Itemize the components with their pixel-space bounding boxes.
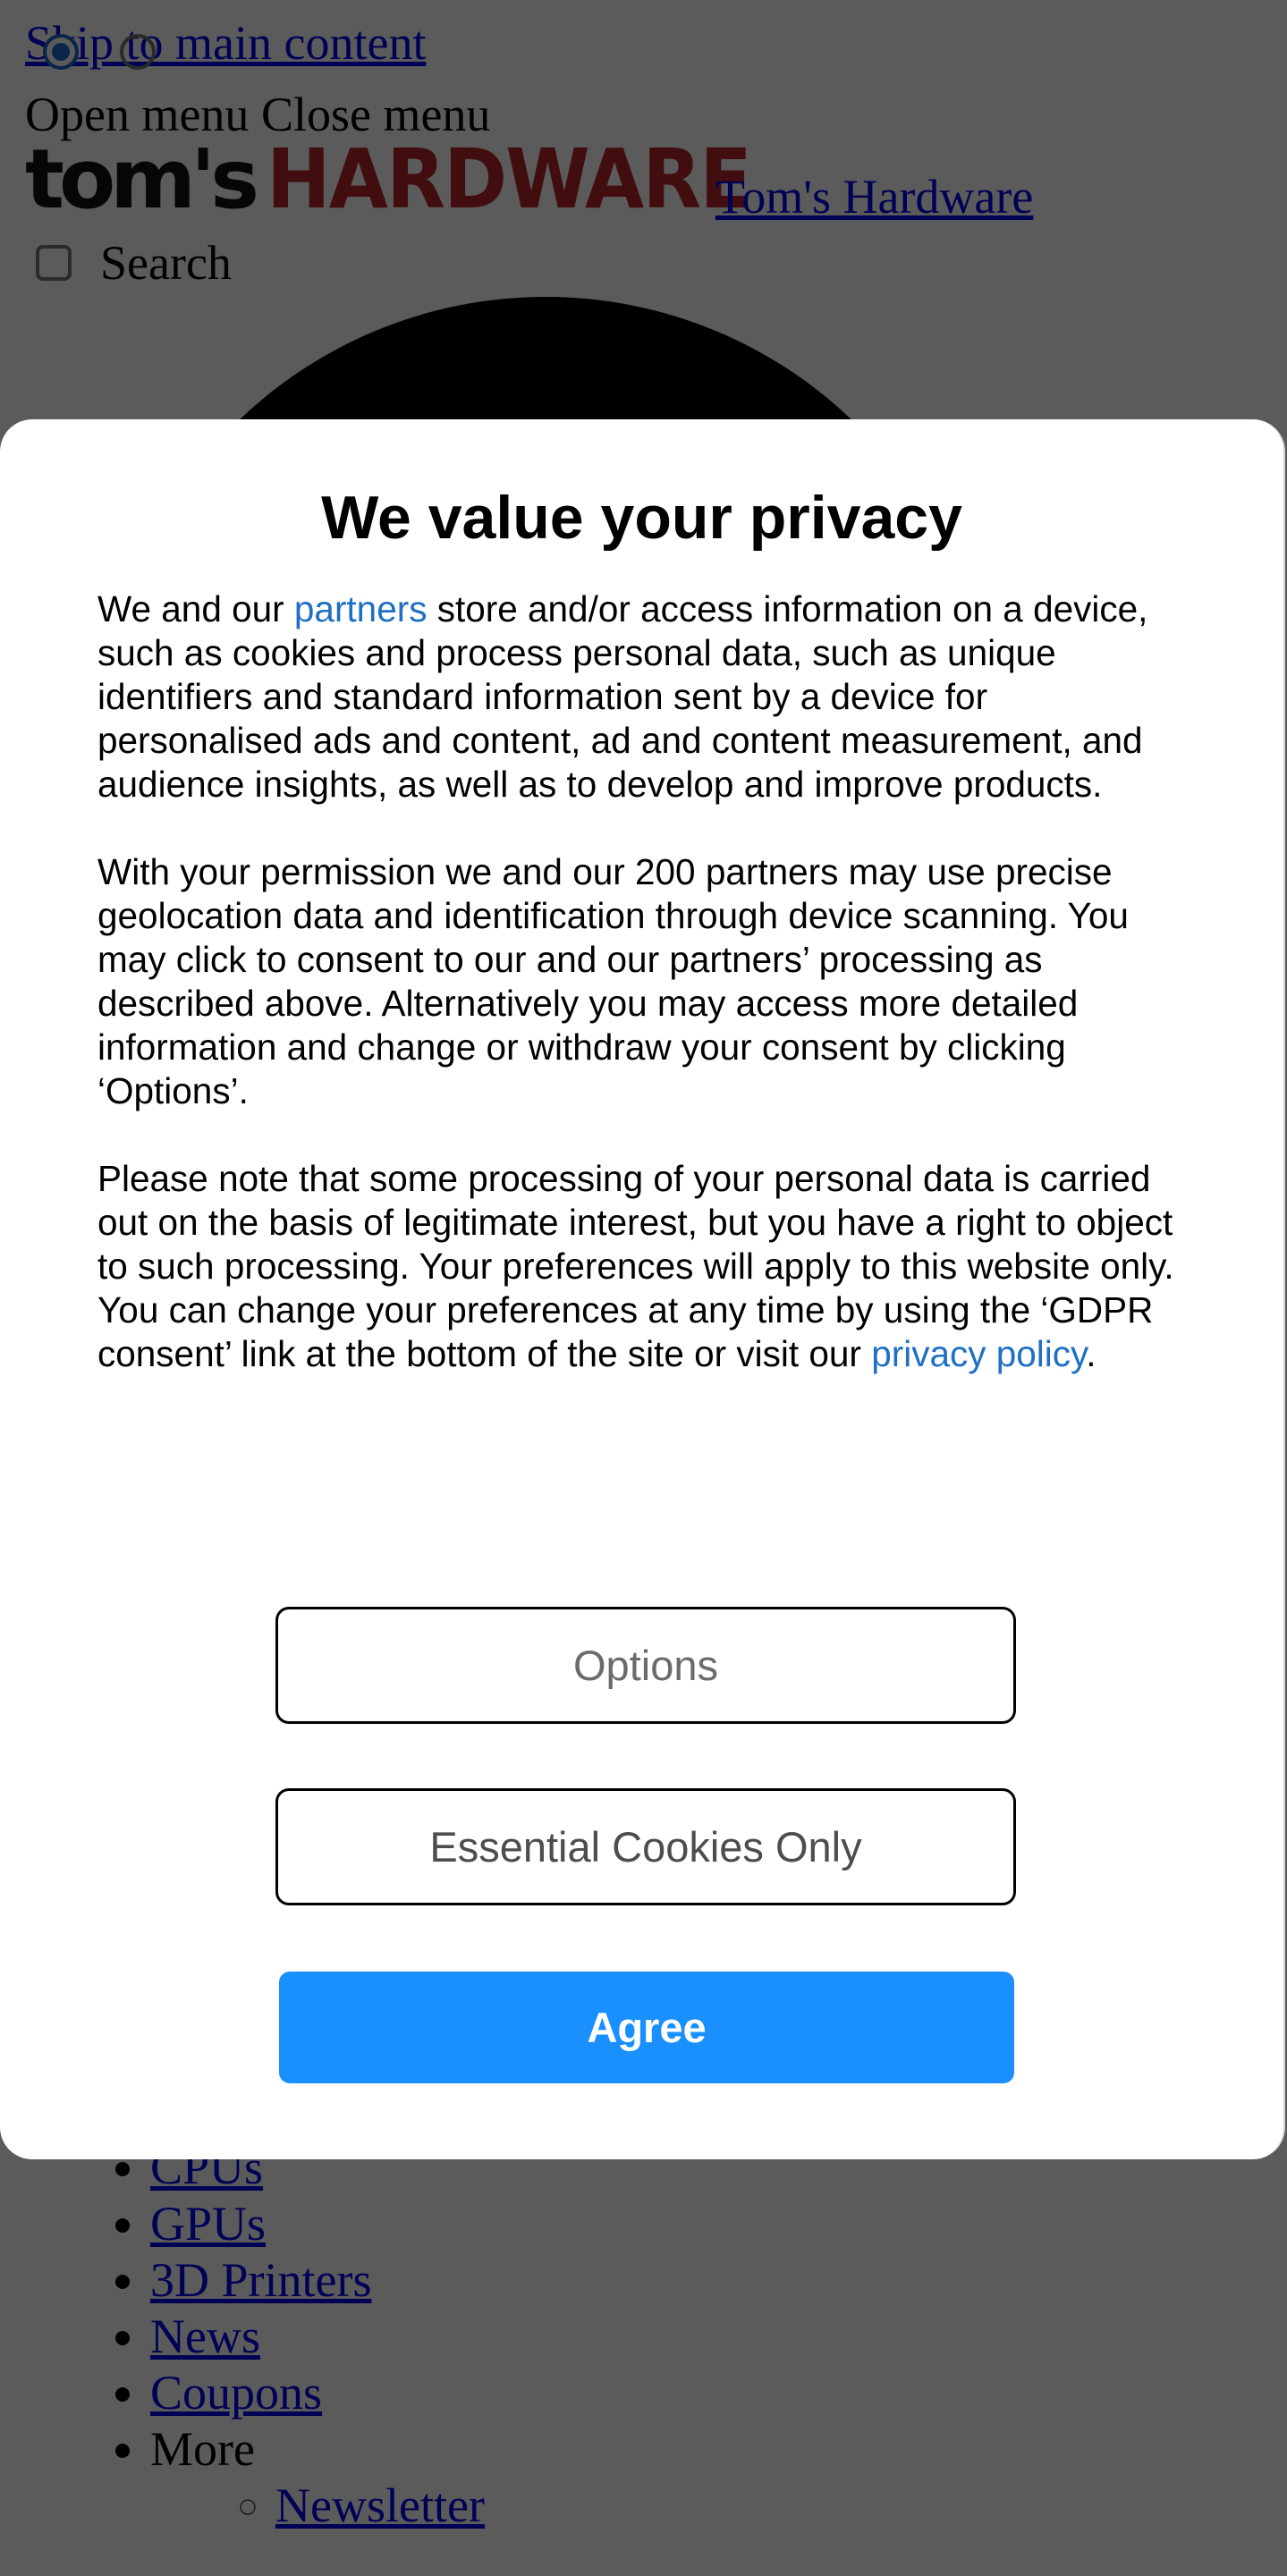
consent-paragraph-2: With your permission we and our 200 part… [97,851,1129,1111]
consent-paragraph-1: We and our partners store and/or access … [97,587,1194,807]
privacy-policy-link[interactable]: privacy policy [871,1333,1086,1374]
dialog-body: We and our partners store and/or access … [97,587,1194,1420]
consent-paragraph-3: Please note that some processing of your… [97,1157,1194,1376]
dialog-title: We value your privacy [321,484,962,552]
options-button[interactable]: Options [275,1607,1016,1724]
paragraph-3-text-end: . [1086,1333,1096,1374]
agree-button[interactable]: Agree [279,1972,1014,2083]
privacy-consent-dialog: We value your privacy We and our partner… [0,419,1285,2159]
paragraph-1-text: We and our [97,588,294,629]
partners-link[interactable]: partners [294,588,428,629]
essential-cookies-only-button[interactable]: Essential Cookies Only [275,1788,1016,1905]
